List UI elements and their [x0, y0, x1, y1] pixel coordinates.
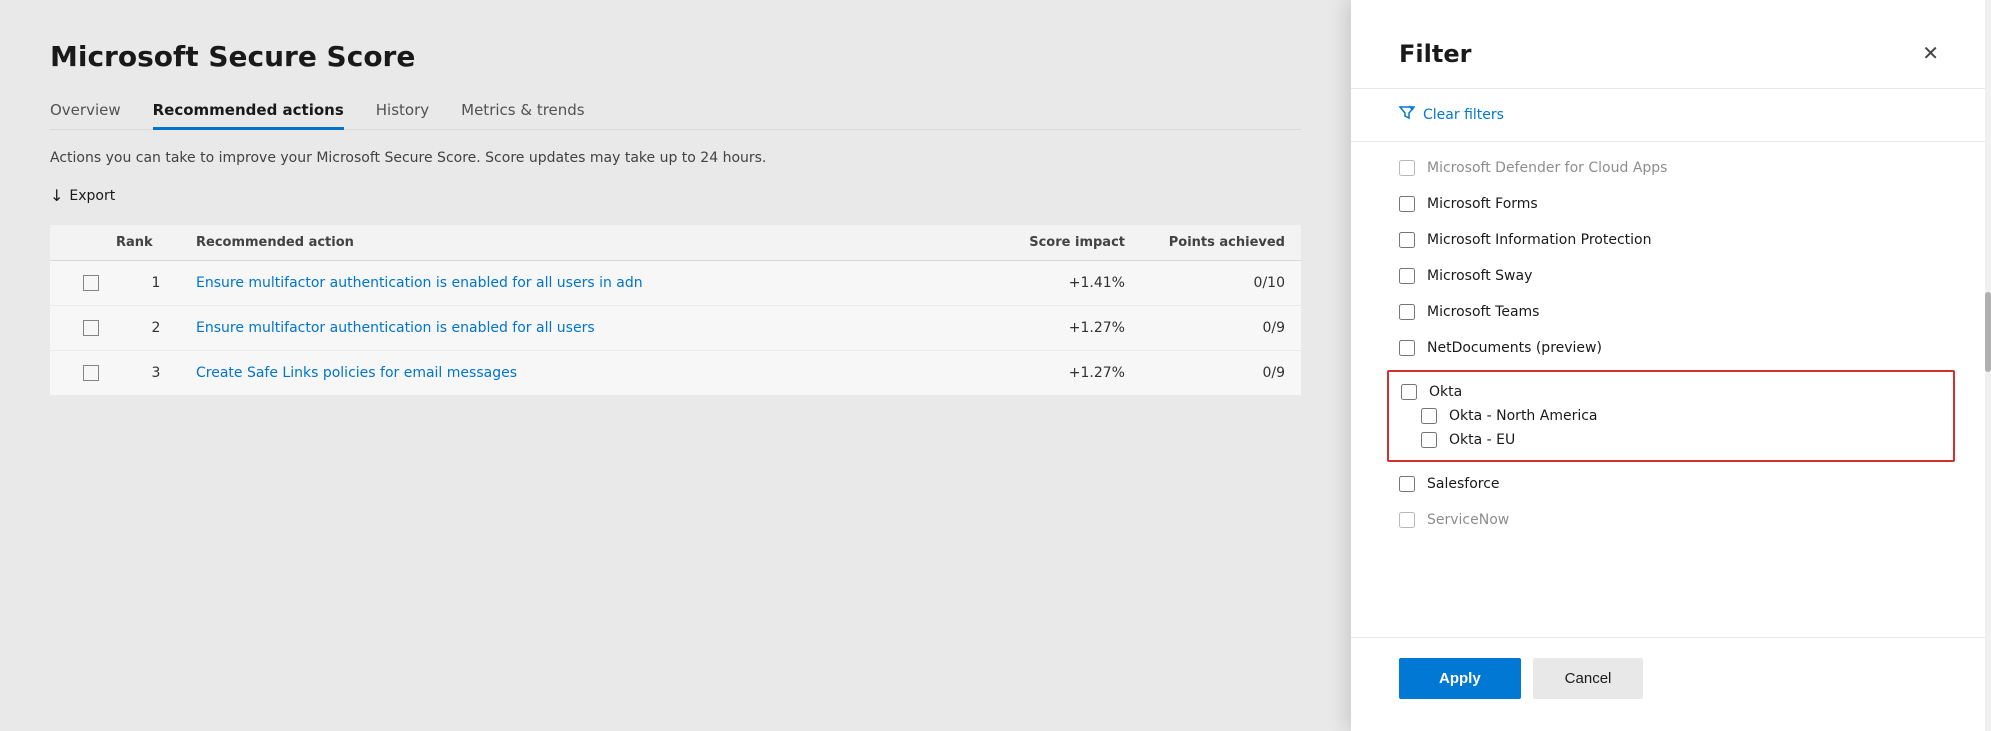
col-checkbox — [66, 235, 116, 250]
col-rank: Rank — [116, 235, 196, 250]
checkbox-microsoft-sway[interactable] — [1399, 268, 1415, 284]
okta-group: Okta Okta - North America Okta - EU — [1387, 370, 1955, 462]
row-rank-3: 3 — [116, 365, 196, 381]
export-icon: ↓ — [50, 186, 63, 205]
tab-bar: Overview Recommended actions History Met… — [50, 101, 1301, 130]
row-checkbox-2[interactable] — [66, 320, 116, 336]
filter-item-netdocuments[interactable]: NetDocuments (preview) — [1399, 330, 1943, 366]
checkbox-salesforce[interactable] — [1399, 476, 1415, 492]
filter-item-microsoft-information-protection[interactable]: Microsoft Information Protection — [1399, 222, 1943, 258]
table-row: 3 Create Safe Links policies for email m… — [50, 351, 1301, 396]
actions-table: Rank Recommended action Score impact Poi… — [50, 225, 1301, 396]
checkbox-microsoft-teams[interactable] — [1399, 304, 1415, 320]
tab-recommended-actions[interactable]: Recommended actions — [153, 101, 344, 129]
col-score: Score impact — [965, 235, 1125, 250]
filter-label-microsoft-information-protection: Microsoft Information Protection — [1427, 232, 1651, 248]
filter-header: Filter ✕ — [1351, 0, 1991, 89]
filter-label-microsoft-sway: Microsoft Sway — [1427, 268, 1532, 284]
filter-item-okta-eu[interactable]: Okta - EU — [1421, 428, 1941, 452]
checkbox-okta-eu[interactable] — [1421, 432, 1437, 448]
filter-label-defender-cloud-apps: Microsoft Defender for Cloud Apps — [1427, 160, 1667, 176]
tab-history[interactable]: History — [376, 101, 429, 129]
checkbox-microsoft-forms[interactable] — [1399, 196, 1415, 212]
row-checkbox-3[interactable] — [66, 365, 116, 381]
filter-footer: Apply Cancel — [1351, 637, 1991, 731]
table-row: 1 Ensure multifactor authentication is e… — [50, 261, 1301, 306]
filter-item-okta[interactable]: Okta — [1401, 380, 1941, 404]
filter-item-defender-cloud-apps[interactable]: Microsoft Defender for Cloud Apps — [1399, 150, 1943, 186]
apply-button[interactable]: Apply — [1399, 658, 1521, 699]
filter-label-servicenow: ServiceNow — [1427, 512, 1509, 528]
tab-metrics-trends[interactable]: Metrics & trends — [461, 101, 584, 129]
row-action-3[interactable]: Create Safe Links policies for email mes… — [196, 365, 965, 381]
clear-filters-label[interactable]: Clear filters — [1423, 107, 1504, 123]
table-header: Rank Recommended action Score impact Poi… — [50, 225, 1301, 261]
col-points: Points achieved — [1125, 235, 1285, 250]
checkbox-microsoft-information-protection[interactable] — [1399, 232, 1415, 248]
filter-title: Filter — [1399, 40, 1471, 68]
clear-filters-icon — [1399, 105, 1415, 125]
filter-list: Microsoft Defender for Cloud Apps Micros… — [1351, 142, 1991, 637]
filter-label-netdocuments: NetDocuments (preview) — [1427, 340, 1602, 356]
row-points-2: 0/9 — [1125, 320, 1285, 336]
checkbox-okta[interactable] — [1401, 384, 1417, 400]
scrollbar-thumb[interactable] — [1985, 292, 1991, 372]
row-rank-2: 2 — [116, 320, 196, 336]
checkbox-okta-north-america[interactable] — [1421, 408, 1437, 424]
row-points-3: 0/9 — [1125, 365, 1285, 381]
export-button[interactable]: ↓ Export — [50, 186, 1301, 205]
filter-label-okta-north-america: Okta - North America — [1449, 408, 1598, 424]
filter-label-okta-eu: Okta - EU — [1449, 432, 1515, 448]
page-title: Microsoft Secure Score — [50, 40, 1301, 73]
filter-label-salesforce: Salesforce — [1427, 476, 1500, 492]
close-button[interactable]: ✕ — [1918, 40, 1943, 68]
row-score-3: +1.27% — [965, 365, 1125, 381]
row-rank-1: 1 — [116, 275, 196, 291]
filter-item-okta-north-america[interactable]: Okta - North America — [1421, 404, 1941, 428]
cancel-button[interactable]: Cancel — [1533, 658, 1644, 699]
filter-label-microsoft-teams: Microsoft Teams — [1427, 304, 1539, 320]
filter-label-okta: Okta — [1429, 384, 1462, 400]
okta-sub-items: Okta - North America Okta - EU — [1401, 404, 1941, 452]
row-action-1[interactable]: Ensure multifactor authentication is ena… — [196, 275, 965, 291]
filter-label-microsoft-forms: Microsoft Forms — [1427, 196, 1538, 212]
checkbox-netdocuments[interactable] — [1399, 340, 1415, 356]
col-action: Recommended action — [196, 235, 965, 250]
filter-item-microsoft-teams[interactable]: Microsoft Teams — [1399, 294, 1943, 330]
filter-item-microsoft-sway[interactable]: Microsoft Sway — [1399, 258, 1943, 294]
scrollbar-track[interactable] — [1985, 0, 1991, 731]
checkbox-defender-cloud-apps[interactable] — [1399, 160, 1415, 176]
clear-filters-row[interactable]: Clear filters — [1351, 89, 1991, 142]
checkbox-servicenow[interactable] — [1399, 512, 1415, 528]
filter-item-microsoft-forms[interactable]: Microsoft Forms — [1399, 186, 1943, 222]
filter-item-salesforce[interactable]: Salesforce — [1399, 466, 1943, 502]
row-action-2[interactable]: Ensure multifactor authentication is ena… — [196, 320, 965, 336]
row-points-1: 0/10 — [1125, 275, 1285, 291]
row-checkbox-1[interactable] — [66, 275, 116, 291]
row-score-2: +1.27% — [965, 320, 1125, 336]
row-score-1: +1.41% — [965, 275, 1125, 291]
page-description: Actions you can take to improve your Mic… — [50, 150, 1301, 166]
filter-item-servicenow[interactable]: ServiceNow — [1399, 502, 1943, 538]
filter-panel: Filter ✕ Clear filters Microsoft Defende… — [1351, 0, 1991, 731]
main-panel: Microsoft Secure Score Overview Recommen… — [0, 0, 1351, 731]
table-row: 2 Ensure multifactor authentication is e… — [50, 306, 1301, 351]
tab-overview[interactable]: Overview — [50, 101, 121, 129]
